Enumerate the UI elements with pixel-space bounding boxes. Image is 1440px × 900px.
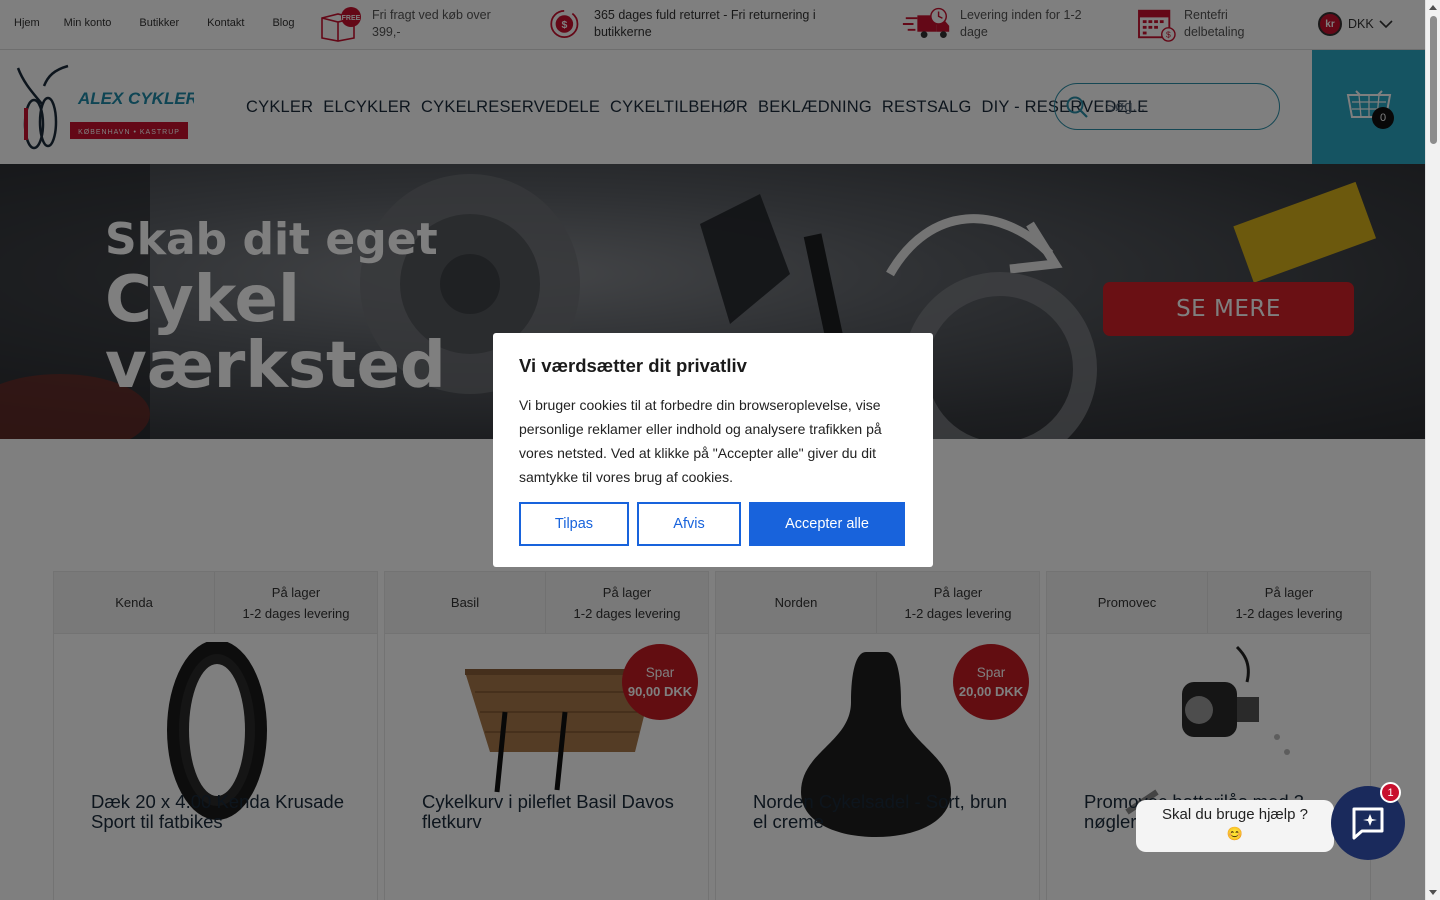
chat-prompt-text: Skal du bruge hjælp ? — [1162, 806, 1308, 823]
cookie-consent-dialog: Vi værdsætter dit privatliv Vi bruger co… — [493, 333, 933, 567]
chat-icon — [1352, 807, 1384, 840]
scroll-down-arrow[interactable] — [1429, 890, 1437, 895]
chat-prompt-bubble[interactable]: Skal du bruge hjælp ? 😊 — [1136, 800, 1334, 852]
cookie-actions: Tilpas Afvis Accepter alle — [519, 502, 905, 546]
cookie-body: Vi bruger cookies til at forbedre din br… — [519, 397, 882, 485]
page-scrollbar[interactable] — [1425, 0, 1440, 900]
cookie-accept-all-button[interactable]: Accepter alle — [749, 502, 905, 546]
chat-unread-badge: 1 — [1380, 782, 1401, 803]
cookie-title: Vi værdsætter dit privatliv — [519, 355, 747, 376]
cookie-customize-button[interactable]: Tilpas — [519, 502, 629, 546]
scroll-up-arrow[interactable] — [1429, 5, 1437, 10]
chat-prompt-emoji: 😊 — [1226, 826, 1244, 841]
scroll-thumb[interactable] — [1430, 16, 1437, 144]
cookie-reject-button[interactable]: Afvis — [637, 502, 741, 546]
